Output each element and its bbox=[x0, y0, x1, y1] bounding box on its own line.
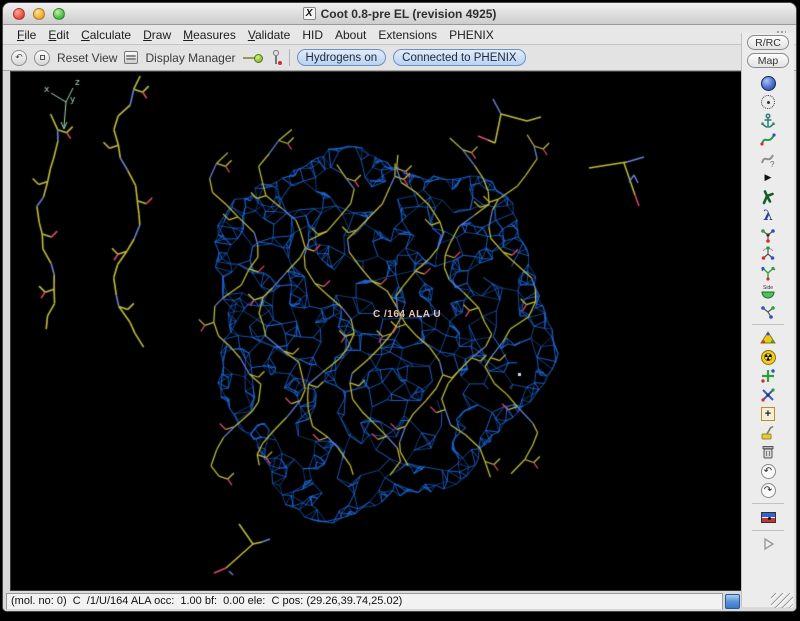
menu-validate[interactable]: Validate bbox=[242, 28, 297, 42]
menu-hid[interactable]: HID bbox=[296, 28, 329, 42]
display-manager-icon bbox=[124, 51, 138, 64]
window-title-text: Coot 0.8-pre EL (revision 4925) bbox=[321, 7, 497, 21]
rigid-body-fit-icon[interactable]: ▶ bbox=[758, 169, 778, 187]
traffic-lights bbox=[13, 8, 65, 20]
undo-icon[interactable]: ↶ bbox=[758, 462, 778, 480]
flip-peptide-icon[interactable] bbox=[758, 302, 778, 320]
back-arrow-icon: ↶ bbox=[15, 53, 23, 63]
rrc-button[interactable]: R/RC bbox=[747, 35, 789, 50]
menu-about[interactable]: About bbox=[329, 28, 372, 42]
menu-measures[interactable]: Measures bbox=[177, 28, 242, 42]
coot-window: X Coot 0.8-pre EL (revision 4925) FileEd… bbox=[2, 2, 797, 612]
main-area: C /164 ALA U bbox=[3, 71, 796, 591]
menu-extensions[interactable]: Extensions bbox=[372, 28, 443, 42]
menu-draw[interactable]: Draw bbox=[137, 28, 177, 42]
window-title: X Coot 0.8-pre EL (revision 4925) bbox=[3, 7, 796, 21]
status-bar: (mol. no: 0) C /1/U/164 ALA occ: 1.00 bf… bbox=[6, 593, 723, 610]
auto-fit-rotamer-icon[interactable]: λ bbox=[758, 207, 778, 225]
gl-canvas[interactable] bbox=[11, 72, 741, 589]
center-square-icon bbox=[40, 55, 45, 60]
add-alt-conf-icon[interactable] bbox=[758, 386, 778, 404]
phenix-connection-button[interactable]: Connected to PHENIX bbox=[393, 49, 525, 66]
display-manager-button[interactable]: Display Manager bbox=[145, 51, 235, 65]
back-view-button[interactable]: ↶ bbox=[11, 50, 27, 66]
place-atom-icon[interactable]: + bbox=[758, 405, 778, 423]
zoom-button[interactable] bbox=[53, 8, 65, 20]
menu-bar: FileEditCalculateDrawMeasuresValidateHID… bbox=[3, 25, 796, 45]
status-row: (mol. no: 0) C /1/U/164 ALA occ: 1.00 bf… bbox=[3, 591, 796, 611]
delete-icon[interactable] bbox=[758, 443, 778, 461]
run-script-icon[interactable] bbox=[758, 535, 778, 553]
green-ball-stick-icon[interactable] bbox=[243, 53, 263, 63]
minimize-button[interactable] bbox=[33, 8, 45, 20]
gl-viewport[interactable]: C /164 ALA U bbox=[10, 71, 742, 591]
side-chain-180-flip-icon[interactable]: Side bbox=[758, 283, 778, 301]
clear-pending-picks-icon[interactable] bbox=[758, 424, 778, 442]
crosshair-circle-icon[interactable] bbox=[758, 93, 778, 111]
rotamers-icon[interactable] bbox=[758, 226, 778, 244]
reset-view-button[interactable]: Reset View bbox=[57, 51, 117, 65]
menu-file[interactable]: File bbox=[11, 28, 42, 42]
rotate-translate-icon[interactable] bbox=[758, 188, 778, 206]
anchor-icon[interactable] bbox=[758, 112, 778, 130]
svg-text:Side: Side bbox=[763, 285, 773, 291]
run-refmac-icon[interactable] bbox=[758, 508, 778, 526]
stop-center-button[interactable] bbox=[34, 50, 50, 66]
side-toolbar-icons: ?▶ λ Side ☢ + ↶↷ bbox=[752, 74, 784, 553]
x11-icon: X bbox=[303, 7, 316, 20]
toolbar-separator bbox=[289, 49, 290, 66]
validation-figure-icon[interactable] bbox=[270, 50, 282, 65]
add-terminal-residue-icon[interactable] bbox=[758, 367, 778, 385]
hydrogens-toggle-button[interactable]: Hydrogens on bbox=[297, 49, 387, 66]
menu-edit[interactable]: Edit bbox=[42, 28, 75, 42]
simple-mutate-icon[interactable]: ☢ bbox=[758, 348, 778, 366]
side-toolbar-separator bbox=[752, 503, 784, 504]
redo-icon[interactable]: ↷ bbox=[758, 481, 778, 499]
title-bar[interactable]: X Coot 0.8-pre EL (revision 4925) bbox=[3, 3, 796, 25]
side-toolbar: R/RC Map ?▶ λ Side ☢ + ↶↷ bbox=[741, 33, 794, 607]
main-toolbar: ↶ Reset View Display Manager Hydrogens o… bbox=[3, 45, 796, 71]
real-space-refine-icon[interactable] bbox=[758, 131, 778, 149]
torsion-general-icon[interactable] bbox=[758, 264, 778, 282]
menu-calculate[interactable]: Calculate bbox=[75, 28, 137, 42]
menu-phenix[interactable]: PHENIX bbox=[443, 28, 500, 42]
edit-chi-angles-icon[interactable] bbox=[758, 245, 778, 263]
mutate-autofit-icon[interactable] bbox=[758, 329, 778, 347]
regularize-icon[interactable]: ? bbox=[758, 150, 778, 168]
recentre-sphere-icon[interactable] bbox=[758, 74, 778, 92]
picked-atom-label: C /164 ALA U bbox=[373, 309, 441, 320]
close-button[interactable] bbox=[13, 8, 25, 20]
side-toolbar-separator bbox=[752, 530, 784, 531]
window-resize-grip[interactable] bbox=[771, 593, 793, 608]
status-blue-thumb[interactable] bbox=[725, 594, 740, 609]
side-toolbar-separator bbox=[752, 324, 784, 325]
map-button[interactable]: Map bbox=[747, 53, 789, 68]
svg-text:?: ? bbox=[770, 160, 775, 168]
